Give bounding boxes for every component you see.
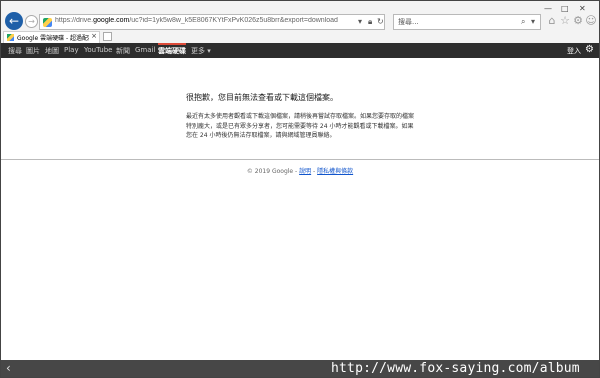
settings-gear-icon[interactable]: ⚙ — [572, 15, 584, 27]
maximize-icon[interactable]: □ — [561, 4, 569, 13]
privacy-link[interactable]: 隱私權與條款 — [317, 168, 353, 175]
gbar-item-news[interactable]: 新聞 — [116, 46, 130, 56]
browser-window: ← → https://drive.google.com/uc?id=1yk5w… — [0, 0, 600, 378]
search-icon[interactable]: ⌕ — [521, 16, 525, 28]
home-icon[interactable]: ⌂ — [546, 15, 558, 27]
login-link[interactable]: 登入 — [567, 46, 581, 56]
copyright: © 2019 Google - — [246, 168, 300, 175]
error-title: 很抱歉，您目前無法查看或下載這個檔案。 — [186, 93, 338, 102]
tab-row: Google 雲端硬碟 - 超過配額 × — [1, 31, 599, 43]
tab-google-drive[interactable]: Google 雲端硬碟 - 超過配額 × — [3, 31, 100, 43]
url-rest: /uc?id=1yk5w8w_k5E8067KYtFxPvK026z5u8brr… — [129, 17, 338, 24]
gbar-item-search[interactable]: 搜尋 — [8, 46, 22, 56]
active-indicator — [158, 43, 186, 45]
footer: © 2019 Google - 說明 - 隱私權與條款 — [1, 166, 599, 175]
error-body: 最近有太多使用者觀看或下載這個檔案，請稍後再嘗試存取檔案。如果您要存取的檔案特別… — [186, 113, 415, 139]
gbar-item-youtube[interactable]: YouTube — [84, 46, 112, 54]
search-input[interactable]: 搜尋... — [398, 17, 419, 27]
gbar-item-play[interactable]: Play — [64, 46, 79, 54]
favorites-star-icon[interactable]: ☆ — [559, 15, 571, 27]
gbar-item-maps[interactable]: 地圖 — [45, 46, 59, 56]
minimize-icon[interactable]: — — [544, 4, 552, 13]
tab-close-icon[interactable]: × — [91, 32, 97, 40]
drive-favicon-icon — [43, 18, 52, 27]
page-content: 很抱歉，您目前無法查看或下載這個檔案。 最近有太多使用者觀看或下載這個檔案，請稍… — [1, 58, 599, 360]
url-prefix: https://drive. — [55, 17, 94, 24]
smiley-feedback-icon[interactable]: ☺ — [585, 15, 597, 27]
close-icon[interactable]: ✕ — [579, 4, 586, 13]
gbar-item-more[interactable]: 更多 ▾ — [191, 46, 211, 56]
lock-icon[interactable]: 🔒︎ — [368, 16, 372, 28]
address-bar[interactable]: https://drive.google.com/uc?id=1yk5w8w_k… — [39, 14, 385, 30]
gbar-item-drive[interactable]: 雲端硬碟 — [158, 46, 186, 56]
tab-title: Google 雲端硬碟 - 超過配額 — [17, 35, 89, 42]
new-tab-button[interactable] — [103, 32, 112, 41]
google-bar: 搜尋 圖片 地圖 Play YouTube 新聞 Gmail 雲端硬碟 更多 ▾… — [1, 43, 599, 58]
search-dropdown-icon[interactable]: ▾ — [531, 16, 535, 28]
refresh-icon[interactable]: ↻ — [377, 16, 384, 28]
search-box[interactable]: 搜尋... ⌕ ▾ — [393, 14, 541, 30]
dropdown-icon[interactable]: ▾ — [358, 16, 362, 28]
watermark: http://www.fox-saying.com/album — [331, 361, 580, 376]
divider — [1, 159, 599, 160]
url-domain: google.com — [93, 17, 130, 24]
drive-tab-icon — [7, 34, 14, 41]
url-text[interactable]: https://drive.google.com/uc?id=1yk5w8w_k… — [55, 17, 355, 24]
gbar-item-images[interactable]: 圖片 — [26, 46, 40, 56]
gbar-item-gmail[interactable]: Gmail — [135, 46, 155, 54]
back-button[interactable]: ← — [5, 12, 23, 30]
forward-button[interactable]: → — [25, 15, 38, 28]
gear-icon[interactable]: ⚙ — [585, 44, 594, 56]
help-link[interactable]: 說明 — [299, 168, 311, 175]
scroll-left-icon[interactable]: ‹ — [6, 361, 11, 376]
